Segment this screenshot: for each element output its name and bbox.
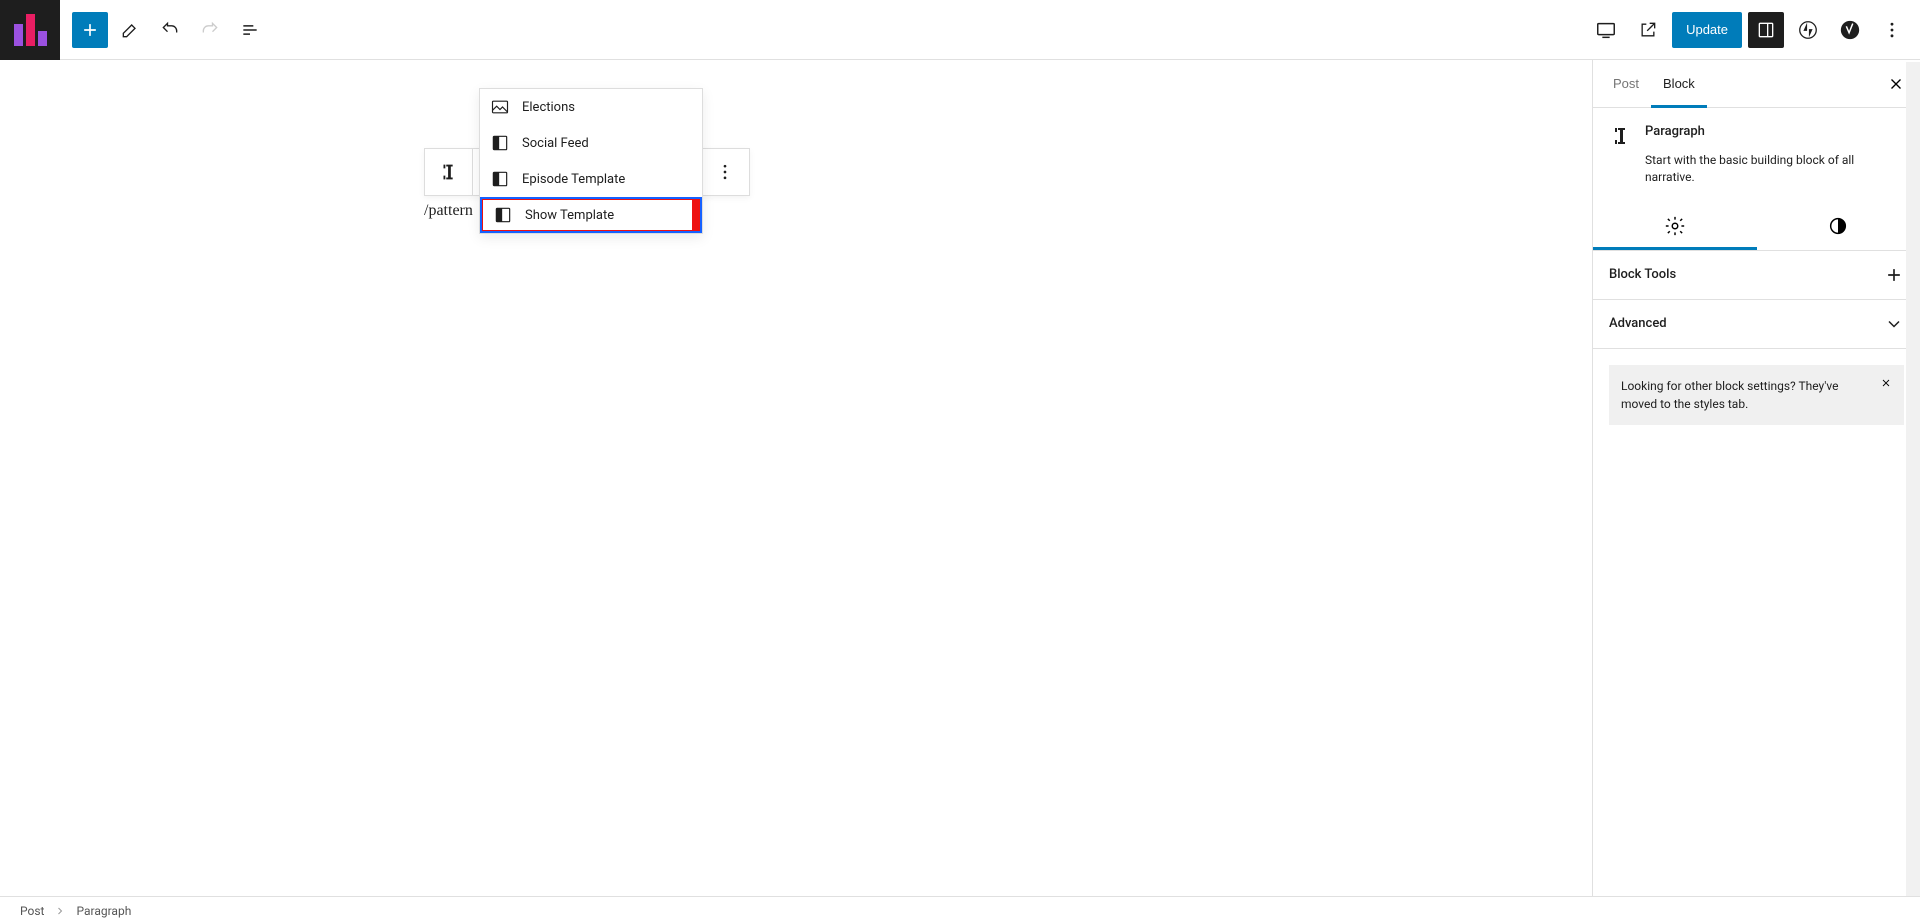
panel-label: Advanced: [1609, 316, 1667, 331]
panel-advanced[interactable]: Advanced: [1593, 300, 1920, 349]
pattern-icon: [490, 133, 510, 153]
suggestion-social-feed[interactable]: Social Feed: [480, 125, 702, 161]
view-button[interactable]: [1588, 12, 1624, 48]
block-info-header: Paragraph: [1593, 108, 1920, 156]
chevron-right-icon: [54, 905, 66, 917]
suggestion-elections[interactable]: Elections: [480, 89, 702, 125]
breadcrumb-root[interactable]: Post: [20, 904, 44, 918]
document-overview-button[interactable]: [232, 12, 268, 48]
plus-icon: [1884, 265, 1904, 285]
gear-icon: [1664, 215, 1686, 237]
block-breadcrumb: Post Paragraph: [0, 896, 1920, 924]
styles-moved-notice: Looking for other block settings? They'v…: [1609, 365, 1904, 425]
block-more-options[interactable]: [701, 149, 749, 195]
settings-sidebar-toggle[interactable]: [1748, 12, 1784, 48]
paragraph-icon: [1609, 124, 1633, 148]
jetpack-button[interactable]: [1790, 12, 1826, 48]
redo-button[interactable]: [192, 12, 228, 48]
settings-sidebar: Post Block Paragraph Start with the basi…: [1592, 60, 1920, 896]
suggestion-episode-template[interactable]: Episode Template: [480, 161, 702, 197]
panel-label: Block Tools: [1609, 267, 1676, 282]
toolbar-right-group: Update: [1588, 12, 1920, 48]
tab-block[interactable]: Block: [1651, 60, 1707, 108]
contrast-icon: [1827, 215, 1849, 237]
notice-text: Looking for other block settings? They'v…: [1621, 379, 1839, 411]
pattern-icon: [490, 169, 510, 189]
block-title: Paragraph: [1645, 124, 1705, 139]
block-subtabs: [1593, 202, 1920, 251]
editor-canvas[interactable]: Elections Social Feed Episode Template S…: [0, 60, 1592, 896]
editor-topbar: Update: [0, 0, 1920, 60]
suggestion-label: Social Feed: [522, 136, 589, 151]
subtab-settings[interactable]: [1593, 202, 1757, 250]
dismiss-notice-button[interactable]: [1874, 371, 1898, 395]
block-type-button[interactable]: [425, 149, 473, 195]
block-suggestion-popover: Elections Social Feed Episode Template S…: [479, 88, 703, 234]
undo-button[interactable]: [152, 12, 188, 48]
image-icon: [490, 97, 510, 117]
chevron-down-icon: [1884, 314, 1904, 334]
yoast-button[interactable]: [1832, 12, 1868, 48]
pattern-icon: [493, 205, 513, 225]
suggestion-label: Episode Template: [522, 172, 625, 187]
paragraph-slash-command[interactable]: /pattern: [424, 202, 473, 220]
subtab-styles[interactable]: [1757, 202, 1920, 250]
scrollbar-vertical[interactable]: [1906, 62, 1920, 896]
edit-tool-button[interactable]: [112, 12, 148, 48]
block-description: Start with the basic building block of a…: [1593, 152, 1920, 202]
sidebar-tabs: Post Block: [1593, 60, 1920, 108]
suggestion-label: Elections: [522, 100, 575, 115]
panel-block-tools[interactable]: Block Tools: [1593, 251, 1920, 300]
update-button[interactable]: Update: [1672, 12, 1742, 48]
more-options-button[interactable]: [1874, 12, 1910, 48]
tab-post[interactable]: Post: [1601, 60, 1651, 108]
preview-button[interactable]: [1630, 12, 1666, 48]
suggestion-show-template[interactable]: Show Template: [480, 197, 702, 233]
toolbar-left-group: [60, 12, 268, 48]
site-logo[interactable]: [0, 0, 60, 60]
breadcrumb-current: Paragraph: [76, 904, 131, 918]
suggestion-label: Show Template: [525, 208, 614, 223]
add-block-button[interactable]: [72, 12, 108, 48]
